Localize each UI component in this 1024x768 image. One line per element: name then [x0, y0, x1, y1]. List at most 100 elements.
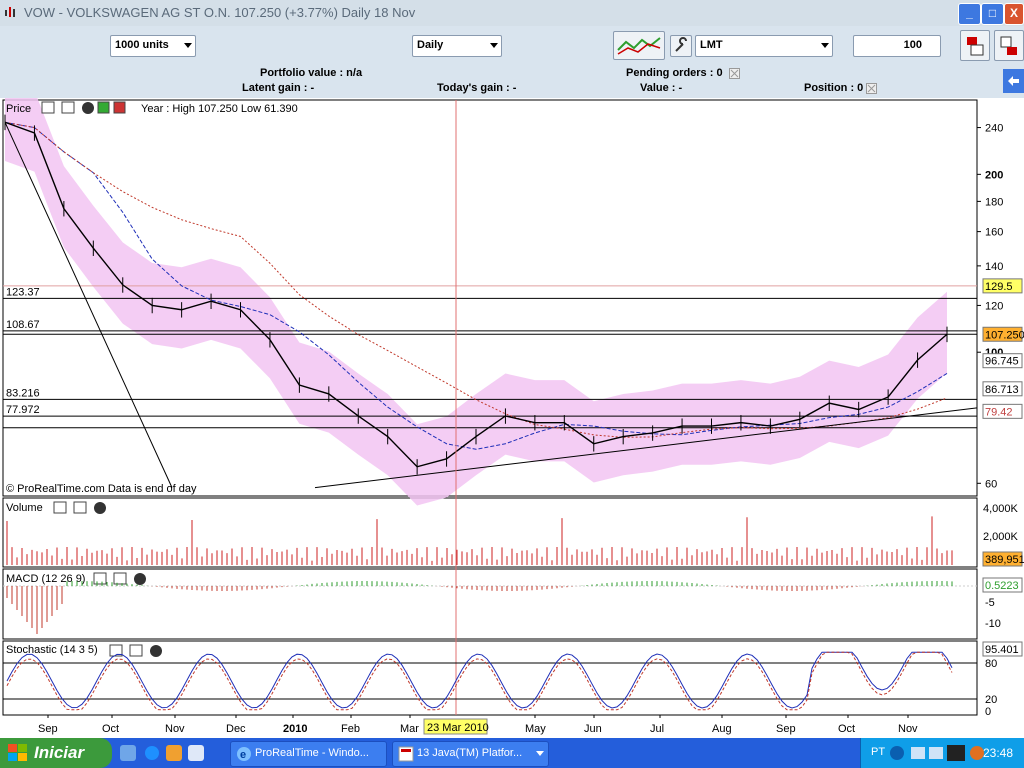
data-footer: © ProRealTime.com Data is end of day — [6, 483, 197, 495]
clock: 23:48 — [983, 746, 1014, 760]
start-label: Iniciar — [34, 743, 85, 762]
order-type-select[interactable]: LMT — [695, 35, 833, 57]
latent-gain: Latent gain : - — [242, 82, 315, 94]
panel-frame — [2, 568, 978, 640]
chart-indicator-icon — [617, 37, 661, 55]
period-value: Daily — [417, 39, 444, 51]
x-axis-label: Sep — [38, 723, 58, 735]
x-axis-label: Nov — [898, 723, 918, 735]
macd-wrench-icon — [93, 572, 107, 585]
taskbar: Iniciar e ProRealTime - Windo... 13 Java… — [0, 738, 1024, 768]
level-label: 77.972 — [6, 404, 40, 416]
position-icon[interactable] — [866, 83, 877, 94]
price-label: 86.713 — [985, 384, 1019, 396]
year-info: Year : High 107.250 Low 61.390 — [141, 103, 298, 115]
chart-svg[interactable]: 24020018016014012010060123.37108.6783.21… — [0, 98, 1024, 738]
stochastic-tick-label: 20 — [985, 694, 997, 706]
x-axis-label: Nov — [165, 723, 185, 735]
tray-network-icon — [911, 747, 925, 759]
taskbar-item-java[interactable]: 13 Java(TM) Platfor... — [392, 741, 549, 767]
panel-frame — [2, 497, 978, 568]
buy-icon — [967, 37, 984, 56]
volume-panel-title: Volume — [6, 502, 43, 514]
x-axis-label: Jun — [584, 723, 602, 735]
x-axis-label: Oct — [102, 723, 119, 735]
price-y-tick-label: 240 — [985, 123, 1003, 135]
app-icon — [5, 7, 15, 17]
tray-arrow-icon — [890, 746, 904, 760]
quicklaunch-icon-3 — [166, 745, 182, 761]
buy-order-button[interactable] — [960, 30, 990, 61]
close-button[interactable]: X — [1004, 3, 1024, 25]
portfolio-info-bar: Portfolio value : n/a Pending orders : 0… — [0, 64, 1024, 99]
price-up-icon — [97, 101, 110, 114]
svg-text:e: e — [240, 749, 246, 761]
title-bar: VOW - VOLKSWAGEN AG ST O.N. 107.250 (+3.… — [0, 0, 1024, 27]
sell-icon — [1000, 36, 1017, 55]
tray-ies-icon — [947, 745, 965, 761]
chart-area[interactable]: 24020018016014012010060123.37108.6783.21… — [0, 98, 1024, 738]
stochastic-tick-label: 80 — [985, 658, 997, 670]
x-axis-label: Mar — [400, 723, 419, 735]
start-button[interactable]: Iniciar — [0, 738, 112, 768]
price-window-icon — [61, 101, 75, 114]
chevron-down-icon — [536, 751, 544, 756]
price-y-tick-label: 200 — [985, 169, 1003, 181]
refresh-icon[interactable] — [1003, 69, 1024, 93]
quicklaunch-ie-icon — [145, 746, 159, 760]
pending-orders-icon[interactable] — [729, 68, 740, 79]
system-tray: PT 23:48 — [860, 738, 1024, 768]
price-y-tick-label: 60 — [985, 478, 997, 490]
maximize-button[interactable]: □ — [981, 3, 1004, 25]
tray-icons — [890, 745, 984, 761]
macd-tick-label: -5 — [985, 597, 995, 609]
macd-tick-label: -10 — [985, 618, 1001, 630]
price-y-tick-label: 120 — [985, 300, 1003, 312]
price-wrench-icon — [41, 101, 55, 114]
x-axis-label: Sep — [776, 723, 796, 735]
wrench-button[interactable] — [670, 35, 692, 57]
quantity-value: 100 — [903, 39, 922, 51]
stochastic-close-icon — [150, 645, 162, 657]
quicklaunch-icon-4 — [188, 745, 204, 761]
tray-network2-icon — [929, 747, 943, 759]
x-axis-label: 2010 — [283, 723, 307, 735]
quicklaunch-icon-1 — [120, 745, 136, 761]
price-y-tick-label: 140 — [985, 261, 1003, 273]
wrench-icon — [675, 37, 687, 52]
x-axis-label: Feb — [341, 723, 360, 735]
price-label: 107.250 — [985, 329, 1024, 341]
order-type-value: LMT — [700, 39, 723, 51]
stochastic-tick-label: 0 — [985, 706, 991, 718]
language-indicator[interactable]: PT — [871, 746, 885, 758]
price-label: 96.745 — [985, 356, 1019, 368]
price-label: 129.5 — [985, 281, 1013, 293]
chevron-down-icon — [184, 43, 192, 48]
volume-close-icon — [94, 502, 106, 514]
units-select[interactable]: 1000 units — [110, 35, 196, 57]
quantity-stepper[interactable]: 100 — [853, 35, 941, 57]
volume-tick-label: 4,000K — [983, 503, 1019, 515]
stochastic-current: 95.401 — [985, 644, 1019, 656]
period-select[interactable]: Daily — [412, 35, 502, 57]
stochastic-window-icon — [129, 644, 143, 657]
price-panel-title: Price — [6, 103, 31, 115]
taskbar-item-label: ProRealTime - Windo... — [255, 747, 369, 759]
stochastic-panel-title: Stochastic (14 3 5) — [6, 644, 98, 656]
portfolio-value: Portfolio value : n/a — [260, 67, 363, 79]
macd-panel-title: MACD (12 26 9) — [6, 573, 85, 585]
volume-current: 389,951 — [985, 554, 1024, 566]
sell-order-button[interactable] — [994, 30, 1024, 61]
x-axis-label: May — [525, 723, 546, 735]
chevron-down-icon — [821, 43, 829, 48]
taskbar-item-prorealtime[interactable]: e ProRealTime - Windo... — [230, 741, 387, 767]
macd-window-icon — [113, 572, 127, 585]
volume-wrench-icon — [53, 501, 67, 514]
tray-update-icon — [970, 746, 984, 760]
level-label: 108.67 — [6, 319, 40, 331]
indicators-button[interactable] — [613, 31, 665, 60]
window-title: VOW - VOLKSWAGEN AG ST O.N. 107.250 (+3.… — [24, 5, 416, 20]
price-label: 79.42 — [985, 406, 1013, 418]
minimize-button[interactable]: _ — [958, 3, 981, 25]
x-axis-label: Oct — [838, 723, 855, 735]
